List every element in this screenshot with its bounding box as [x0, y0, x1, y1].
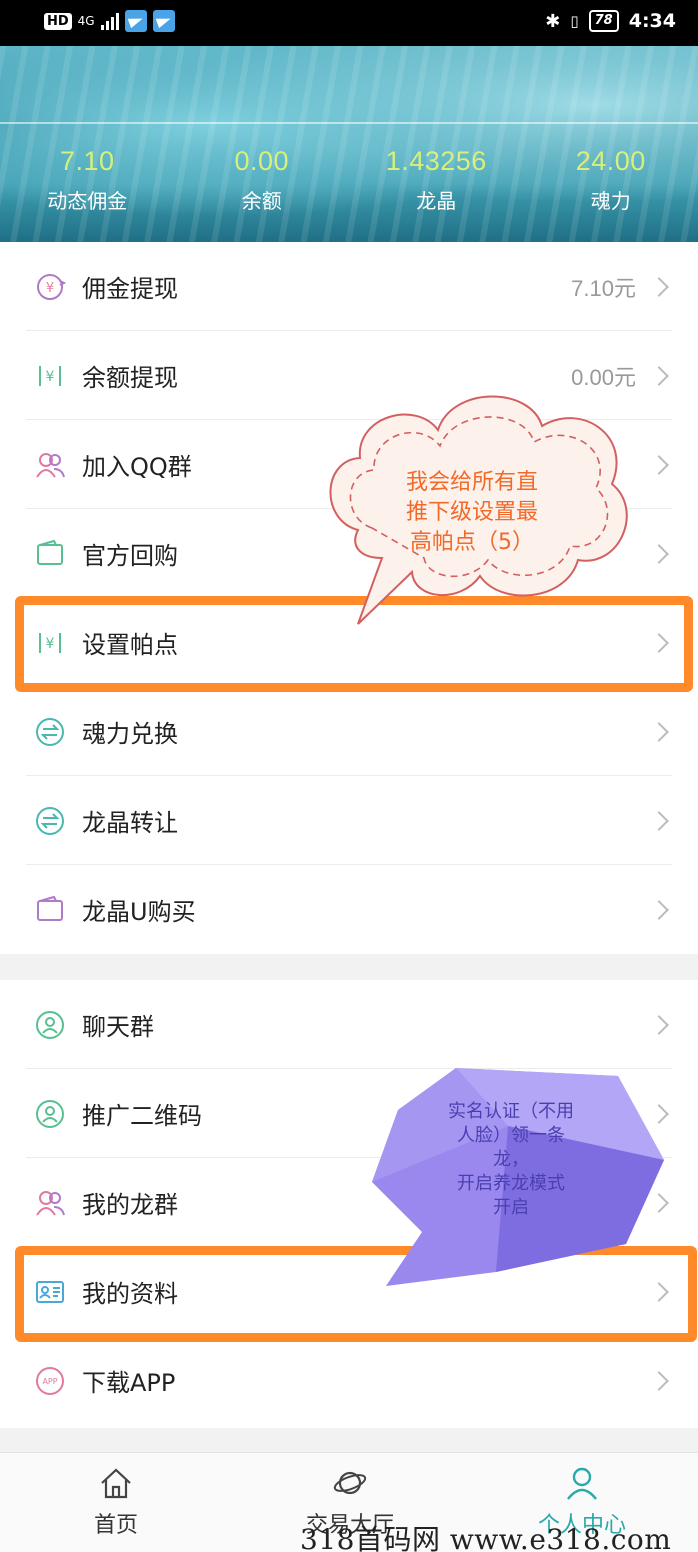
stat-value: 0.00	[234, 146, 290, 176]
swap-icon	[36, 806, 64, 835]
signal-icon	[100, 12, 119, 30]
chevron-right-icon	[649, 365, 669, 386]
tab-label: 首页	[93, 1513, 138, 1538]
callout-poly-line: 开启	[493, 1197, 529, 1218]
callout-cloud-text: 我会给所有直 推下级设置最 高帕点（5）	[356, 468, 588, 558]
menu-item-label: 加入QQ群	[82, 453, 192, 481]
watermark-text: 318首码网 www.e318.com	[300, 1523, 672, 1552]
yuan-circle-icon: ¥	[37, 273, 66, 300]
callout-poly-line: 开启养龙模式	[457, 1173, 565, 1194]
network-type: 4G	[77, 14, 95, 28]
menu-item-label: 下载APP	[82, 1369, 176, 1397]
vibrate-icon: ▯	[570, 12, 579, 30]
menu-item-commission-withdraw[interactable]: ¥ 佣金提现 7.10元	[0, 242, 698, 331]
menu-item-label: 魂力兑换	[82, 720, 178, 748]
stat-crystal[interactable]: 1.43256 龙晶	[349, 146, 524, 214]
chevron-right-icon	[649, 1014, 669, 1035]
callout-cloud-line: 推下级设置最	[405, 500, 538, 525]
stat-value: 24.00	[575, 146, 646, 176]
menu-item-chat-group[interactable]: 聊天群	[0, 980, 698, 1069]
wallet-icon	[37, 539, 63, 565]
stat-value: 1.43256	[385, 146, 487, 176]
callout-poly-line: 人脸）领一条	[457, 1125, 565, 1146]
yuan-exchange-icon: ¥	[39, 365, 61, 386]
menu-item-label: 官方回购	[82, 542, 178, 570]
hd-badge: HD	[44, 12, 72, 30]
swap-icon	[36, 717, 64, 746]
chevron-right-icon	[649, 276, 669, 297]
user-circle-icon	[36, 1099, 64, 1128]
menu-item-label: 推广二维码	[82, 1102, 202, 1130]
menu-item-crystal-u-buy[interactable]: 龙晶U购买	[0, 865, 698, 954]
planet-icon	[333, 1471, 367, 1495]
chevron-right-icon	[649, 721, 669, 742]
chevron-right-icon	[649, 543, 669, 564]
telegram-icon	[124, 10, 147, 32]
stat-label: 魂力	[590, 189, 631, 213]
users-icon	[36, 1190, 65, 1216]
chevron-right-icon	[649, 810, 669, 831]
app-icon: APP	[36, 1366, 64, 1395]
menu-item-value: 7.10元	[571, 275, 636, 301]
stat-soul-power[interactable]: 24.00 魂力	[524, 146, 698, 214]
users-icon	[36, 452, 65, 478]
chevron-right-icon	[649, 454, 669, 475]
stat-label: 余额	[241, 189, 282, 213]
chevron-right-icon	[649, 1370, 669, 1391]
wallet-icon	[37, 895, 63, 921]
menu-item-label: 余额提现	[82, 364, 178, 392]
telegram-icon	[152, 10, 175, 32]
svg-text:¥: ¥	[46, 281, 54, 296]
status-right: ✱ ▯ 78 4:34	[545, 10, 676, 32]
stats-row: 7.10 动态佣金 0.00 余额 1.43256 龙晶 24.00 魂力	[0, 146, 698, 214]
bluetooth-icon: ✱	[545, 10, 561, 32]
menu-item-download-app[interactable]: APP 下载APP	[0, 1336, 698, 1425]
callout-cloud-line: 高帕点（5）	[410, 530, 534, 555]
callout-poly-line: 实名认证（不用	[448, 1101, 574, 1122]
stat-balance[interactable]: 0.00 余额	[175, 146, 350, 214]
person-icon	[567, 1467, 597, 1500]
home-icon	[101, 1468, 131, 1499]
menu-item-soul-exchange[interactable]: 魂力兑换	[0, 687, 698, 776]
callout-polygon-text: 实名认证（不用 人脸）领一条 龙， 开启养龙模式 开启	[426, 1100, 596, 1220]
status-left: HD 4G	[44, 10, 175, 32]
chevron-right-icon	[649, 899, 669, 920]
user-circle-icon	[36, 1010, 64, 1039]
menu-item-crystal-transfer[interactable]: 龙晶转让	[0, 776, 698, 865]
menu-item-label: 佣金提现	[82, 275, 178, 303]
callout-poly-line: 龙，	[493, 1149, 529, 1170]
menu-item-label: 我的龙群	[82, 1191, 178, 1219]
svg-text:APP: APP	[42, 1377, 57, 1386]
clock: 4:34	[628, 10, 676, 32]
menu-item-label: 龙晶转让	[82, 809, 178, 837]
battery-indicator: 78	[588, 10, 619, 32]
header-banner: 7.10 动态佣金 0.00 余额 1.43256 龙晶 24.00 魂力	[0, 46, 698, 242]
stat-commission[interactable]: 7.10 动态佣金	[0, 146, 175, 214]
menu-item-label: 聊天群	[82, 1013, 154, 1041]
stat-label: 动态佣金	[47, 189, 128, 213]
stat-value: 7.10	[59, 146, 115, 176]
tab-home[interactable]: 首页	[46, 1465, 186, 1539]
svg-text:¥: ¥	[46, 369, 55, 385]
menu-item-label: 龙晶U购买	[82, 898, 196, 926]
stat-label: 龙晶	[416, 189, 457, 213]
status-bar: HD 4G ✱ ▯ 78 4:34	[0, 0, 698, 46]
callout-cloud-line: 我会给所有直	[405, 470, 538, 495]
banner-decoration	[0, 122, 698, 124]
